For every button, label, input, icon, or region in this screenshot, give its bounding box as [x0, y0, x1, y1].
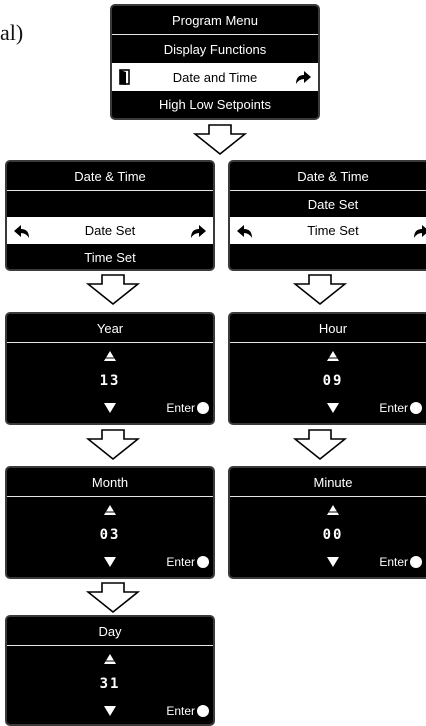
enter-label: Enter — [166, 555, 195, 569]
triangle-up-icon[interactable] — [7, 344, 213, 368]
triangle-down-icon[interactable] — [104, 403, 116, 413]
curved-arrow-right-icon[interactable] — [294, 69, 312, 85]
month-value: 03 — [99, 527, 121, 543]
menu-item-label: Time Set — [307, 223, 359, 238]
menu-item-label: Date and Time — [172, 69, 258, 85]
hollow-arrow-down-icon — [86, 274, 140, 306]
enter-label: Enter — [166, 704, 195, 718]
hollow-arrow-down-icon — [293, 429, 347, 461]
enter-button[interactable]: Enter — [379, 401, 422, 415]
door-exit-icon[interactable] — [118, 69, 136, 85]
enter-button[interactable]: Enter — [166, 704, 209, 718]
filled-circle-icon — [410, 402, 422, 414]
day-title: Day — [7, 617, 213, 646]
hollow-arrow-down-icon — [193, 124, 247, 156]
hour-screen: Hour 09 Enter — [228, 312, 426, 425]
partial-caption-text: al) — [0, 20, 24, 45]
triangle-down-icon[interactable] — [327, 557, 339, 567]
enter-button[interactable]: Enter — [166, 555, 209, 569]
month-screen: Month 03 Enter — [5, 466, 215, 579]
minute-title: Minute — [230, 468, 426, 497]
triangle-up-icon[interactable] — [230, 498, 426, 522]
curved-arrow-left-icon[interactable] — [13, 223, 31, 239]
filled-circle-icon — [197, 705, 209, 717]
curved-arrow-right-icon[interactable] — [412, 223, 426, 239]
menu-item-label: Date Set — [84, 223, 136, 238]
date-time-screen-date-selected: Date & Time Date Set Time Set — [5, 160, 215, 271]
enter-button[interactable]: Enter — [166, 401, 209, 415]
menu-item-high-low-setpoints[interactable]: High Low Setpoints — [112, 91, 318, 118]
triangle-down-icon[interactable] — [104, 557, 116, 567]
filled-circle-icon — [197, 402, 209, 414]
hollow-arrow-down-icon — [86, 582, 140, 614]
year-bottom-row: Enter — [7, 394, 213, 422]
day-bottom-row: Enter — [7, 697, 213, 724]
date-time-title: Date & Time — [7, 162, 213, 191]
minute-screen: Minute 00 Enter — [228, 466, 426, 579]
triangle-up-icon[interactable] — [230, 344, 426, 368]
curved-arrow-left-icon[interactable] — [236, 223, 254, 239]
menu-item-time-set[interactable]: Time Set — [230, 217, 426, 244]
date-time-screen-time-selected: Date & Time Date Set Time Set — [228, 160, 426, 271]
month-title: Month — [7, 468, 213, 497]
empty-row — [7, 191, 213, 217]
hour-title: Hour — [230, 314, 426, 343]
menu-item-time-set[interactable]: Time Set — [7, 244, 213, 269]
day-value: 31 — [99, 676, 121, 692]
enter-label: Enter — [379, 401, 408, 415]
hollow-arrow-down-icon — [86, 429, 140, 461]
menu-item-date-and-time[interactable]: Date and Time — [112, 63, 318, 91]
hollow-arrow-down-icon — [293, 274, 347, 306]
enter-label: Enter — [166, 401, 195, 415]
date-time-title: Date & Time — [230, 162, 426, 191]
hour-bottom-row: Enter — [230, 394, 426, 422]
program-menu-screen: Program Menu Display Functions Date and … — [110, 4, 320, 120]
enter-button[interactable]: Enter — [379, 555, 422, 569]
triangle-down-icon[interactable] — [104, 706, 116, 716]
hour-value: 09 — [322, 373, 344, 389]
year-value: 13 — [99, 373, 121, 389]
filled-circle-icon — [197, 556, 209, 568]
triangle-up-icon[interactable] — [7, 498, 213, 522]
menu-item-date-set[interactable]: Date Set — [230, 191, 426, 217]
program-menu-title: Program Menu — [112, 6, 318, 35]
minute-value: 00 — [322, 527, 344, 543]
menu-item-date-set[interactable]: Date Set — [7, 217, 213, 244]
enter-label: Enter — [379, 555, 408, 569]
month-bottom-row: Enter — [7, 548, 213, 576]
year-screen: Year 13 Enter — [5, 312, 215, 425]
triangle-up-icon[interactable] — [7, 647, 213, 671]
day-screen: Day 31 Enter — [5, 615, 215, 726]
triangle-down-icon[interactable] — [327, 403, 339, 413]
menu-item-display-functions[interactable]: Display Functions — [112, 36, 318, 63]
curved-arrow-right-icon[interactable] — [189, 223, 207, 239]
year-title: Year — [7, 314, 213, 343]
minute-bottom-row: Enter — [230, 548, 426, 576]
filled-circle-icon — [410, 556, 422, 568]
